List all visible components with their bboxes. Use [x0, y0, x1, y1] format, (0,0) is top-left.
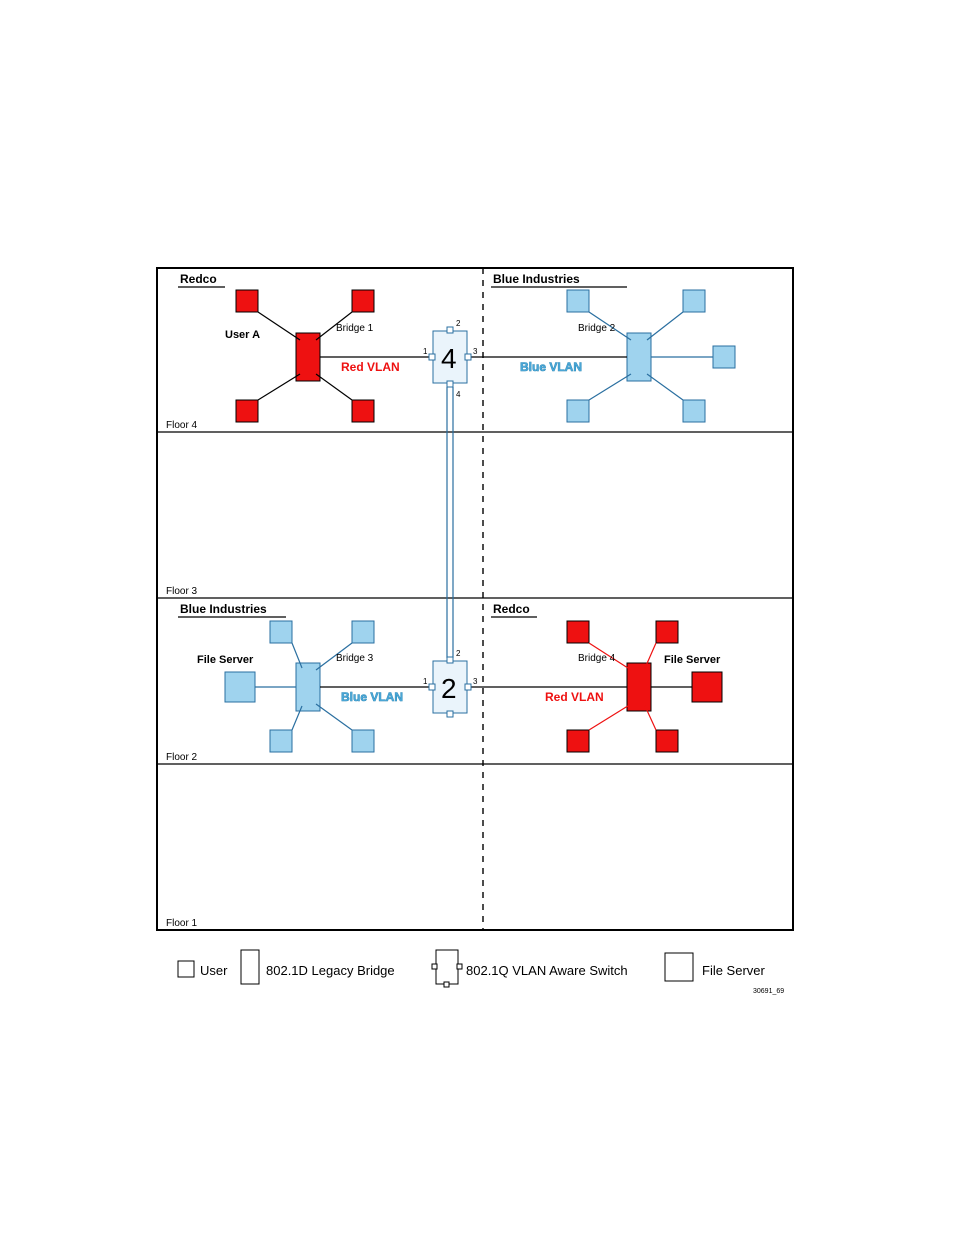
room-label-f2-right: Redco — [493, 602, 530, 616]
legend-file-server: File Server — [702, 963, 766, 978]
legend-user-icon — [178, 961, 194, 977]
legend-file-server-icon — [665, 953, 693, 981]
floor-label-3: Floor 3 — [166, 586, 198, 597]
file-server-left-label: File Server — [197, 654, 254, 666]
user-node — [567, 730, 589, 752]
bridge-4-label: Bridge 4 — [578, 653, 616, 664]
bridge-1-label: Bridge 1 — [336, 323, 374, 334]
sw2-port2: 2 — [456, 649, 461, 658]
room-label-f4-left: Redco — [180, 272, 217, 286]
room-label-f4-right: Blue Industries — [493, 272, 580, 286]
user-node — [567, 290, 589, 312]
user-node — [352, 400, 374, 422]
user-node — [567, 400, 589, 422]
user-node — [683, 400, 705, 422]
user-a-label: User A — [225, 329, 260, 341]
building-frame — [157, 268, 793, 930]
cluster-f4-blue: Bridge 2 Blue VLAN — [467, 290, 735, 422]
floor-label-4: Floor 4 — [166, 420, 198, 431]
cluster-f4-red: User A Bridge 1 Red VLAN — [225, 290, 433, 422]
file-server-red — [692, 672, 722, 702]
user-node — [236, 290, 258, 312]
bridge-2-label: Bridge 2 — [578, 323, 616, 334]
user-node — [567, 621, 589, 643]
figure-id: 30691_69 — [753, 988, 784, 995]
cluster-f2-blue: File Server Bridge 3 Blue VLAN — [197, 621, 433, 752]
cluster-f2-red: File Server Bridge 4 Red VLAN — [467, 621, 722, 752]
user-node — [270, 621, 292, 643]
vlan-diagram: Redco Blue Industries Blue Industries Re… — [0, 0, 954, 1235]
red-vlan-label-f2: Red VLAN — [545, 690, 604, 704]
user-node — [683, 290, 705, 312]
red-vlan-label-f4: Red VLAN — [341, 360, 400, 374]
user-node — [713, 346, 735, 368]
legend-vlan-switch: 802.1Q VLAN Aware Switch — [466, 963, 628, 978]
floor-label-2: Floor 2 — [166, 752, 198, 763]
room-label-f2-left: Blue Industries — [180, 602, 267, 616]
bridge-3-label: Bridge 3 — [336, 653, 374, 664]
file-server-blue — [225, 672, 255, 702]
legend-user: User — [200, 963, 228, 978]
switch-4: 4 1 2 3 4 — [423, 319, 478, 399]
file-server-right-label: File Server — [664, 654, 721, 666]
legend-legacy-icon — [241, 950, 259, 984]
user-node — [656, 621, 678, 643]
blue-vlan-label-f4: Blue VLAN — [520, 360, 582, 374]
switch-2-num: 2 — [441, 673, 457, 704]
sw4-port4: 4 — [456, 390, 461, 399]
sw4-port1: 1 — [423, 347, 428, 356]
sw4-port3: 3 — [473, 347, 478, 356]
switch-4-num: 4 — [441, 343, 457, 374]
trunk-4-2 — [447, 387, 453, 658]
sw2-port3: 3 — [473, 677, 478, 686]
floor-label-1: Floor 1 — [166, 918, 198, 929]
blue-vlan-label-f2: Blue VLAN — [341, 690, 403, 704]
user-node — [352, 290, 374, 312]
user-node — [352, 730, 374, 752]
user-node — [352, 621, 374, 643]
user-node — [236, 400, 258, 422]
sw2-port1: 1 — [423, 677, 428, 686]
switch-2: 2 1 2 3 — [423, 649, 478, 717]
legend: User 802.1D Legacy Bridge 802.1Q VLAN Aw… — [178, 950, 784, 995]
user-node — [270, 730, 292, 752]
legend-legacy: 802.1D Legacy Bridge — [266, 963, 395, 978]
sw4-port2: 2 — [456, 319, 461, 328]
user-node — [656, 730, 678, 752]
legend-vlan-switch-icon — [432, 950, 462, 987]
